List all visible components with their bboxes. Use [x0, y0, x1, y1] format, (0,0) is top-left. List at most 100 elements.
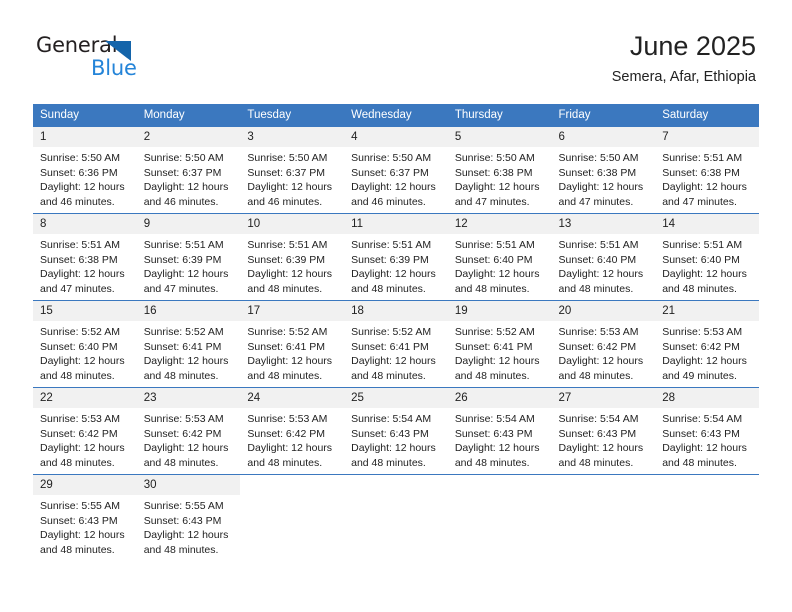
day-cell[interactable]: 25 Sunrise: 5:54 AM Sunset: 6:43 PM Dayl… [344, 387, 448, 475]
day-number: 28 [655, 388, 759, 408]
sunset-text: Sunset: 6:39 PM [351, 253, 429, 266]
day-cell[interactable]: 30 Sunrise: 5:55 AM Sunset: 6:43 PM Dayl… [136, 474, 241, 561]
day-cell[interactable]: 8 Sunrise: 5:51 AM Sunset: 6:38 PM Dayli… [33, 213, 137, 301]
day-cell[interactable]: 2 Sunrise: 5:50 AM Sunset: 6:37 PM Dayli… [136, 126, 241, 214]
daylight-text: Daylight: 12 hours and 48 minutes. [454, 268, 540, 295]
sunrise-text: Sunrise: 5:54 AM [351, 413, 432, 425]
day-cell[interactable]: 1 Sunrise: 5:50 AM Sunset: 6:36 PM Dayli… [33, 126, 137, 214]
day-details [448, 495, 552, 561]
day-cell[interactable]: 28 Sunrise: 5:54 AM Sunset: 6:43 PM Dayl… [655, 387, 759, 475]
day-details [552, 495, 656, 561]
sunrise-text: Sunrise: 5:50 AM [40, 152, 120, 164]
sunrise-text: Sunrise: 5:50 AM [454, 152, 535, 164]
calendar-table: Sunday Monday Tuesday Wednesday Thursday… [33, 104, 759, 561]
sunrise-text: Sunrise: 5:50 AM [143, 152, 224, 164]
sunset-text: Sunset: 6:41 PM [454, 340, 533, 353]
sunrise-text: Sunrise: 5:51 AM [351, 239, 432, 251]
daylight-text: Daylight: 12 hours and 48 minutes. [558, 355, 644, 382]
day-cell-empty [344, 474, 448, 561]
day-number: 10 [240, 214, 345, 234]
day-cell[interactable]: 14 Sunrise: 5:51 AM Sunset: 6:40 PM Dayl… [655, 213, 759, 301]
day-number: 13 [551, 214, 656, 234]
day-details: Sunrise: 5:51 AM Sunset: 6:38 PM Dayligh… [33, 234, 137, 300]
weekday-header-sunday: Sunday [33, 104, 137, 127]
sunset-text: Sunset: 6:43 PM [351, 427, 429, 440]
day-cell-empty [655, 474, 759, 561]
day-details: Sunrise: 5:55 AM Sunset: 6:43 PM Dayligh… [33, 495, 137, 561]
sunset-text: Sunset: 6:42 PM [143, 427, 222, 440]
day-cell[interactable]: 16 Sunrise: 5:52 AM Sunset: 6:41 PM Dayl… [136, 300, 241, 388]
day-details: Sunrise: 5:52 AM Sunset: 6:41 PM Dayligh… [240, 321, 344, 387]
day-details [240, 495, 344, 561]
daylight-text: Daylight: 12 hours and 48 minutes. [351, 268, 436, 295]
sunrise-text: Sunrise: 5:52 AM [40, 326, 120, 338]
page-header: General Blue June 2025 Semera, Afar, Eth… [0, 0, 792, 96]
sunset-text: Sunset: 6:41 PM [351, 340, 429, 353]
day-cell[interactable]: 21 Sunrise: 5:53 AM Sunset: 6:42 PM Dayl… [655, 300, 759, 388]
day-cell[interactable]: 13 Sunrise: 5:51 AM Sunset: 6:40 PM Dayl… [551, 213, 656, 301]
day-cell[interactable]: 27 Sunrise: 5:54 AM Sunset: 6:43 PM Dayl… [551, 387, 656, 475]
day-cell[interactable]: 4 Sunrise: 5:50 AM Sunset: 6:37 PM Dayli… [344, 126, 448, 214]
daylight-text: Daylight: 12 hours and 48 minutes. [143, 355, 229, 382]
day-number: 27 [551, 388, 656, 408]
sunset-text: Sunset: 6:43 PM [143, 514, 222, 527]
sunrise-text: Sunrise: 5:54 AM [558, 413, 639, 425]
daylight-text: Daylight: 12 hours and 48 minutes. [558, 442, 644, 469]
day-number: 18 [344, 301, 448, 321]
day-cell[interactable]: 11 Sunrise: 5:51 AM Sunset: 6:39 PM Dayl… [344, 213, 448, 301]
day-details: Sunrise: 5:52 AM Sunset: 6:41 PM Dayligh… [137, 321, 241, 387]
day-cell-empty [551, 474, 656, 561]
day-number: 19 [447, 301, 552, 321]
calendar-week-row: 15 Sunrise: 5:52 AM Sunset: 6:40 PM Dayl… [33, 300, 759, 388]
day-cell[interactable]: 22 Sunrise: 5:53 AM Sunset: 6:42 PM Dayl… [33, 387, 137, 475]
day-cell[interactable]: 3 Sunrise: 5:50 AM Sunset: 6:37 PM Dayli… [240, 126, 345, 214]
weekday-header-wednesday: Wednesday [344, 104, 448, 127]
day-number: 30 [136, 475, 241, 495]
day-cell[interactable]: 20 Sunrise: 5:53 AM Sunset: 6:42 PM Dayl… [551, 300, 656, 388]
day-details: Sunrise: 5:52 AM Sunset: 6:41 PM Dayligh… [344, 321, 448, 387]
day-details: Sunrise: 5:51 AM Sunset: 6:38 PM Dayligh… [655, 147, 759, 213]
day-cell[interactable]: 7 Sunrise: 5:51 AM Sunset: 6:38 PM Dayli… [655, 126, 759, 214]
day-cell[interactable]: 19 Sunrise: 5:52 AM Sunset: 6:41 PM Dayl… [447, 300, 552, 388]
brand-logo[interactable]: General Blue [36, 33, 176, 87]
day-details: Sunrise: 5:54 AM Sunset: 6:43 PM Dayligh… [552, 408, 656, 474]
sunrise-text: Sunrise: 5:55 AM [40, 500, 120, 512]
day-details: Sunrise: 5:53 AM Sunset: 6:42 PM Dayligh… [552, 321, 656, 387]
day-cell[interactable]: 26 Sunrise: 5:54 AM Sunset: 6:43 PM Dayl… [447, 387, 552, 475]
day-cell[interactable]: 23 Sunrise: 5:53 AM Sunset: 6:42 PM Dayl… [136, 387, 241, 475]
day-details: Sunrise: 5:54 AM Sunset: 6:43 PM Dayligh… [448, 408, 552, 474]
sunset-text: Sunset: 6:37 PM [351, 166, 429, 179]
sunset-text: Sunset: 6:37 PM [143, 166, 222, 179]
daylight-text: Daylight: 12 hours and 48 minutes. [40, 529, 125, 556]
daylight-text: Daylight: 12 hours and 47 minutes. [454, 181, 540, 208]
calendar-week-row: 22 Sunrise: 5:53 AM Sunset: 6:42 PM Dayl… [33, 387, 759, 475]
day-cell[interactable]: 5 Sunrise: 5:50 AM Sunset: 6:38 PM Dayli… [447, 126, 552, 214]
day-cell[interactable]: 10 Sunrise: 5:51 AM Sunset: 6:39 PM Dayl… [240, 213, 345, 301]
day-cell[interactable]: 12 Sunrise: 5:51 AM Sunset: 6:40 PM Dayl… [447, 213, 552, 301]
day-cell[interactable]: 29 Sunrise: 5:55 AM Sunset: 6:43 PM Dayl… [33, 474, 137, 561]
day-number: 12 [447, 214, 552, 234]
sunset-text: Sunset: 6:41 PM [247, 340, 326, 353]
sunset-text: Sunset: 6:39 PM [247, 253, 326, 266]
sunrise-text: Sunrise: 5:50 AM [351, 152, 432, 164]
day-number: 3 [240, 127, 345, 147]
day-details [655, 495, 759, 561]
day-cell-empty [240, 474, 345, 561]
day-details: Sunrise: 5:51 AM Sunset: 6:40 PM Dayligh… [655, 234, 759, 300]
sunset-text: Sunset: 6:37 PM [247, 166, 326, 179]
day-cell[interactable]: 15 Sunrise: 5:52 AM Sunset: 6:40 PM Dayl… [33, 300, 137, 388]
day-cell[interactable]: 24 Sunrise: 5:53 AM Sunset: 6:42 PM Dayl… [240, 387, 345, 475]
calendar-body: 1 Sunrise: 5:50 AM Sunset: 6:36 PM Dayli… [33, 126, 759, 561]
daylight-text: Daylight: 12 hours and 48 minutes. [40, 442, 125, 469]
day-details: Sunrise: 5:51 AM Sunset: 6:40 PM Dayligh… [448, 234, 552, 300]
sunrise-text: Sunrise: 5:53 AM [143, 413, 224, 425]
day-cell[interactable]: 17 Sunrise: 5:52 AM Sunset: 6:41 PM Dayl… [240, 300, 345, 388]
day-cell[interactable]: 18 Sunrise: 5:52 AM Sunset: 6:41 PM Dayl… [344, 300, 448, 388]
day-details: Sunrise: 5:50 AM Sunset: 6:38 PM Dayligh… [448, 147, 552, 213]
day-cell[interactable]: 9 Sunrise: 5:51 AM Sunset: 6:39 PM Dayli… [136, 213, 241, 301]
daylight-text: Daylight: 12 hours and 46 minutes. [351, 181, 436, 208]
daylight-text: Daylight: 12 hours and 49 minutes. [662, 355, 747, 382]
sunrise-text: Sunrise: 5:53 AM [40, 413, 120, 425]
sunset-text: Sunset: 6:43 PM [558, 427, 637, 440]
day-cell[interactable]: 6 Sunrise: 5:50 AM Sunset: 6:38 PM Dayli… [551, 126, 656, 214]
